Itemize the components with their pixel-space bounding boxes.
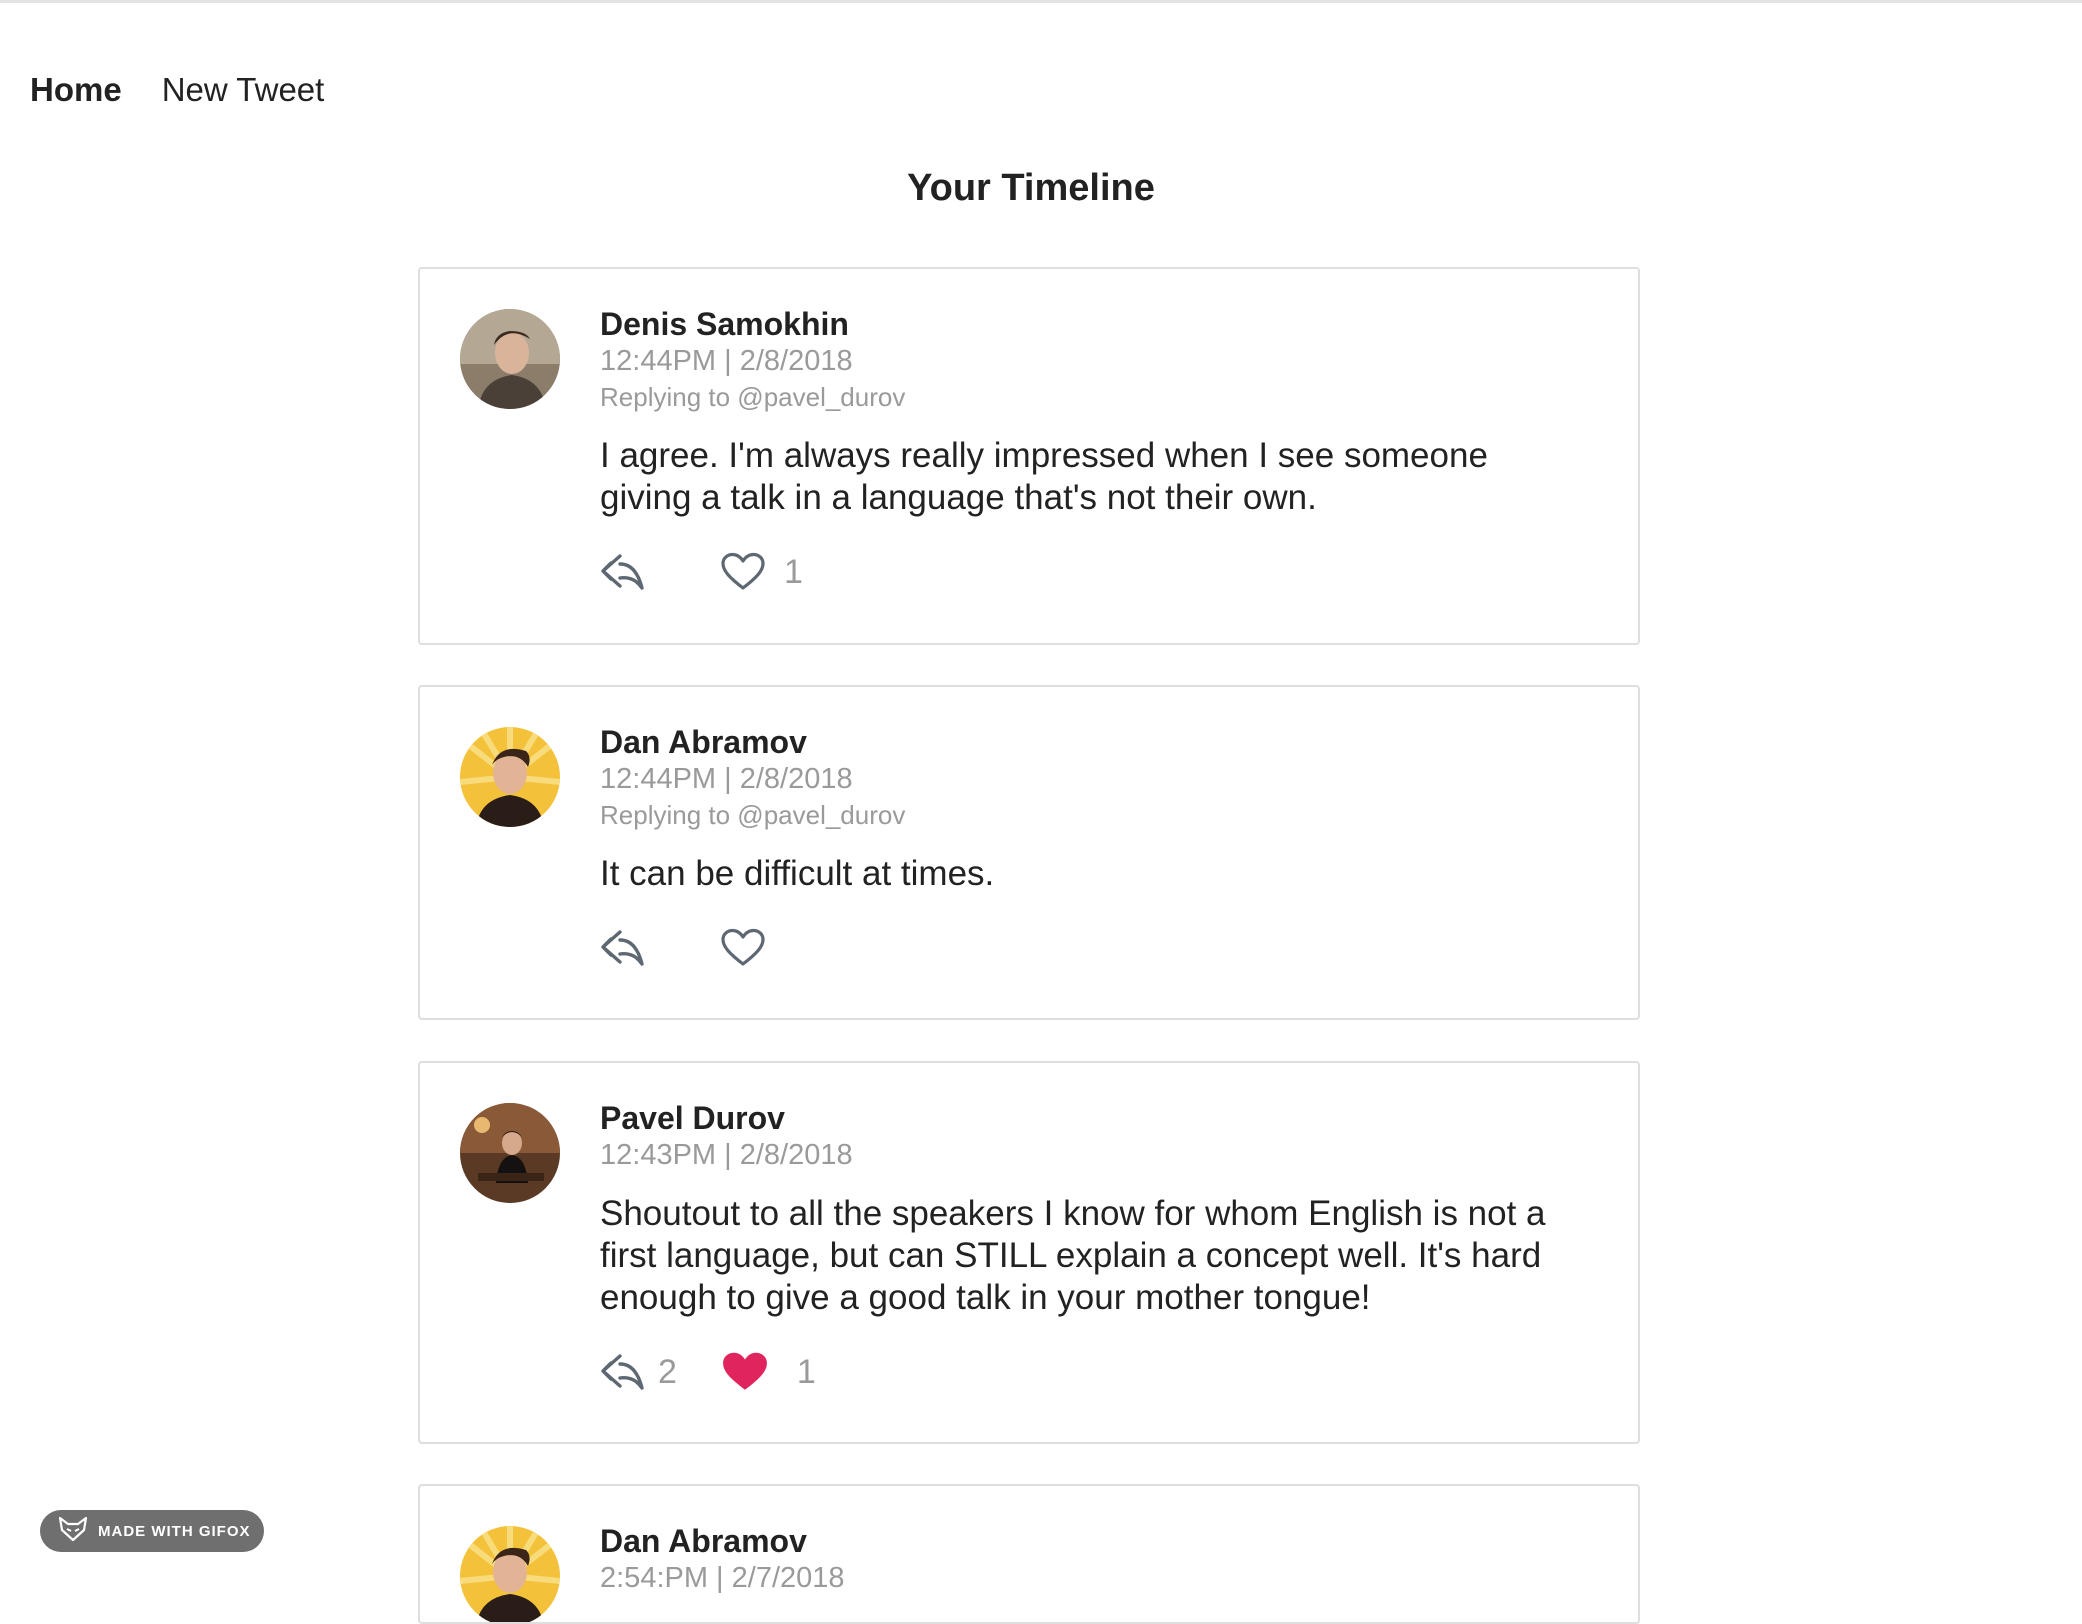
reply-button[interactable]	[600, 552, 664, 592]
tweet-card[interactable]: Pavel Durov 12:43PM | 2/8/2018 Shoutout …	[418, 1061, 1640, 1444]
reply-button[interactable]	[600, 928, 664, 968]
tweet-author[interactable]: Dan Abramov	[600, 723, 1578, 761]
avatar[interactable]	[460, 309, 560, 409]
tweet-text: It can be difficult at times.	[600, 854, 995, 893]
reply-button[interactable]: 2	[600, 1352, 677, 1392]
replying-to-label[interactable]: Replying to @pavel_durov	[600, 797, 1578, 833]
heart-filled-icon	[721, 1351, 769, 1393]
reply-icon	[600, 1352, 646, 1392]
like-button[interactable]: 1	[720, 552, 803, 592]
tweet-text: I agree. I'm always really impressed whe…	[600, 436, 1488, 517]
tweet-timestamp: 12:44PM | 2/8/2018	[600, 345, 853, 377]
tweet-actions	[600, 923, 1578, 973]
nav-new-tweet-link[interactable]: New Tweet	[162, 70, 325, 110]
avatar[interactable]	[460, 1103, 560, 1203]
like-button[interactable]: 1	[721, 1351, 816, 1393]
badge-label: MADE WITH GIFOX	[98, 1522, 251, 1540]
tweet-card[interactable]: Denis Samokhin 12:44PM | 2/8/2018 Replyi…	[418, 267, 1640, 645]
tweet-timestamp: 2:54:PM | 2/7/2018	[600, 1562, 845, 1594]
heart-outline-icon	[720, 552, 766, 592]
like-count: 1	[796, 1352, 816, 1391]
tweet-author[interactable]: Pavel Durov	[600, 1099, 1578, 1137]
tweet-timestamp: 12:44PM | 2/8/2018	[600, 763, 853, 795]
replying-to-label[interactable]: Replying to @pavel_durov	[600, 379, 1578, 415]
tweet-actions: 1	[600, 547, 1578, 597]
page-title: Your Timeline	[907, 167, 1155, 209]
tweet-card[interactable]: Dan Abramov 12:44PM | 2/8/2018 Replying …	[418, 685, 1640, 1020]
like-count: 1	[784, 552, 803, 591]
tweet-author[interactable]: Denis Samokhin	[600, 305, 1578, 343]
nav-home-link[interactable]: Home	[30, 70, 122, 110]
tweet-card[interactable]: Dan Abramov 2:54:PM | 2/7/2018	[418, 1484, 1640, 1624]
avatar[interactable]	[460, 727, 560, 827]
reply-icon	[600, 928, 646, 968]
avatar[interactable]	[460, 1526, 560, 1622]
tweet-actions: 2 1	[600, 1347, 1578, 1397]
reply-count: 2	[658, 1352, 677, 1391]
top-divider	[0, 0, 2082, 3]
fox-icon	[58, 1516, 88, 1546]
made-with-gifox-badge[interactable]: MADE WITH GIFOX	[40, 1510, 264, 1552]
reply-icon	[600, 552, 646, 592]
heart-outline-icon	[720, 928, 766, 968]
like-button[interactable]	[720, 928, 784, 968]
tweet-text: Shoutout to all the speakers I know for …	[600, 1194, 1546, 1317]
tweet-timestamp: 12:43PM | 2/8/2018	[600, 1139, 853, 1171]
top-nav: Home New Tweet	[30, 70, 324, 110]
tweet-author[interactable]: Dan Abramov	[600, 1522, 1578, 1560]
